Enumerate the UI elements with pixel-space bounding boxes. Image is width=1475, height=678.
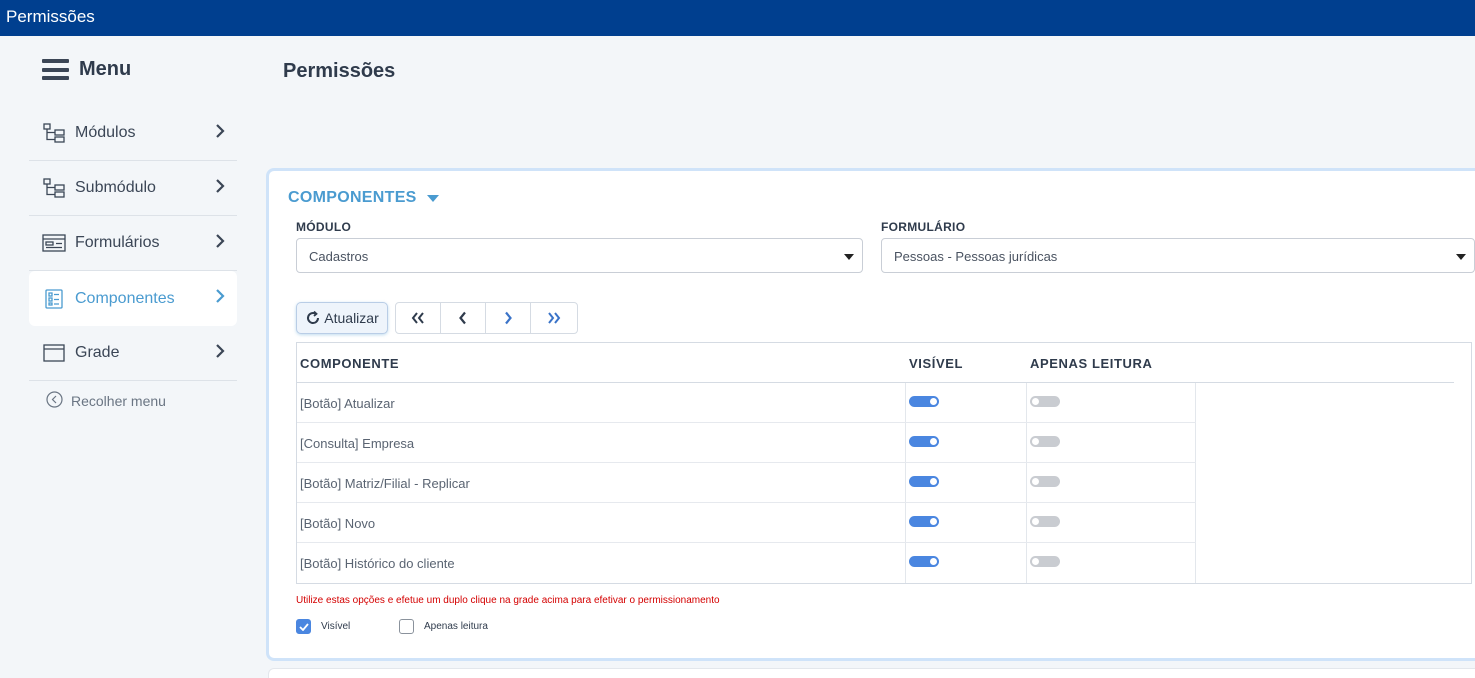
sidebar-item-formularios[interactable]: Formulários xyxy=(29,216,237,271)
modulo-select-value: Cadastros xyxy=(309,249,369,264)
components-grid[interactable]: COMPONENTE VISÍVEL APENAS LEITURA [Botão… xyxy=(296,342,1472,584)
chevron-right-icon xyxy=(215,233,225,254)
chevron-right-icon xyxy=(215,178,225,199)
row-component-name: [Botão] Histórico do cliente xyxy=(300,556,455,571)
column-header-apenas-leitura[interactable]: APENAS LEITURA xyxy=(1030,356,1153,371)
column-header-visivel[interactable]: VISÍVEL xyxy=(909,356,963,371)
sidebar-item-label: Módulos xyxy=(75,124,136,141)
readonly-checkbox-label: Apenas leitura xyxy=(424,621,488,632)
circle-chevron-left-icon xyxy=(46,391,63,411)
visible-checkbox[interactable]: Visível xyxy=(296,619,350,634)
collapse-menu-label: Recolher menu xyxy=(71,393,166,409)
chevron-right-icon xyxy=(215,123,225,144)
table-row[interactable]: [Botão] Matriz/Filial - Replicar xyxy=(297,463,1196,503)
visible-toggle[interactable] xyxy=(909,556,939,567)
first-page-button[interactable] xyxy=(396,303,441,333)
sidebar-item-submodulo[interactable]: Submódulo xyxy=(29,161,237,216)
hierarchy-icon xyxy=(42,177,66,199)
collapse-menu-link[interactable]: Recolher menu xyxy=(46,391,166,411)
chevron-right-icon xyxy=(505,311,512,325)
form-icon xyxy=(42,232,66,254)
chevron-left-icon xyxy=(459,311,466,325)
previous-page-button[interactable] xyxy=(441,303,486,333)
refresh-label: Atualizar xyxy=(324,310,379,326)
double-chevron-left-icon xyxy=(411,312,424,324)
table-row[interactable]: [Consulta] Empresa xyxy=(297,423,1196,463)
pagination xyxy=(395,302,578,334)
caret-down-icon xyxy=(426,194,439,202)
chevron-right-icon xyxy=(215,343,225,364)
double-chevron-right-icon xyxy=(548,312,561,324)
sidebar-item-modulos[interactable]: Módulos xyxy=(29,106,237,161)
checkbox-unchecked-icon[interactable] xyxy=(399,619,414,634)
table-row[interactable]: [Botão] Novo xyxy=(297,503,1196,543)
window-title: Permissões xyxy=(6,7,95,26)
readonly-toggle[interactable] xyxy=(1030,396,1060,407)
section-toggle[interactable]: COMPONENTES xyxy=(288,189,439,207)
checkbox-checked-icon[interactable] xyxy=(296,619,311,634)
components-card: COMPONENTES MÓDULO Cadastros FORMULÁRIO … xyxy=(266,168,1475,661)
sidebar-nav: Módulos Submódulo Formulários Componente… xyxy=(29,106,237,381)
table-row[interactable]: [Botão] Histórico do cliente xyxy=(297,543,1196,583)
menu-header[interactable]: Menu xyxy=(42,58,131,81)
visible-toggle[interactable] xyxy=(909,436,939,447)
hamburger-icon[interactable] xyxy=(42,59,69,80)
checklist-icon xyxy=(42,288,66,310)
sidebar-item-grade[interactable]: Grade xyxy=(29,326,237,381)
refresh-button[interactable]: Atualizar xyxy=(296,302,388,334)
row-component-name: [Consulta] Empresa xyxy=(300,436,415,451)
formulario-select-value: Pessoas - Pessoas jurídicas xyxy=(894,249,1058,264)
readonly-checkbox[interactable]: Apenas leitura xyxy=(399,619,488,634)
modulo-label: MÓDULO xyxy=(296,220,352,234)
visible-checkbox-label: Visível xyxy=(321,621,351,632)
formulario-label: FORMULÁRIO xyxy=(881,220,966,234)
refresh-icon xyxy=(307,310,320,324)
section-title: COMPONENTES xyxy=(288,189,417,206)
hierarchy-icon xyxy=(42,122,66,144)
window-icon xyxy=(42,342,66,364)
visible-toggle[interactable] xyxy=(909,396,939,407)
visible-toggle[interactable] xyxy=(909,476,939,487)
sidebar-item-label: Submódulo xyxy=(75,179,156,196)
row-component-name: [Botão] Matriz/Filial - Replicar xyxy=(300,476,470,491)
formulario-select[interactable]: Pessoas - Pessoas jurídicas xyxy=(881,238,1475,273)
chevron-right-icon xyxy=(215,288,225,309)
grid-header: COMPONENTE VISÍVEL APENAS LEITURA xyxy=(297,343,1454,383)
next-page-button[interactable] xyxy=(486,303,531,333)
row-component-name: [Botão] Atualizar xyxy=(300,396,395,411)
permission-hint: Utilize estas opções e efetue um duplo c… xyxy=(296,595,720,606)
column-header-componente[interactable]: COMPONENTE xyxy=(300,356,399,371)
sidebar-item-label: Formulários xyxy=(75,234,160,251)
last-page-button[interactable] xyxy=(531,303,577,333)
row-component-name: [Botão] Novo xyxy=(300,516,376,531)
sidebar-item-label: Grade xyxy=(75,344,120,361)
table-row[interactable]: [Botão] Atualizar xyxy=(297,383,1196,423)
menu-title: Menu xyxy=(79,58,132,80)
sidebar-item-label: Componentes xyxy=(75,289,175,307)
caret-down-icon xyxy=(1456,254,1466,260)
readonly-toggle[interactable] xyxy=(1030,476,1060,487)
caret-down-icon xyxy=(844,254,854,260)
visible-toggle[interactable] xyxy=(909,516,939,527)
readonly-toggle[interactable] xyxy=(1030,436,1060,447)
page-title: Permissões xyxy=(283,60,396,82)
sidebar-item-componentes[interactable]: Componentes xyxy=(29,271,237,326)
readonly-toggle[interactable] xyxy=(1030,556,1060,567)
window-titlebar: Permissões xyxy=(0,0,1475,36)
secondary-card xyxy=(268,668,1475,678)
modulo-select[interactable]: Cadastros xyxy=(296,238,863,273)
readonly-toggle[interactable] xyxy=(1030,516,1060,527)
